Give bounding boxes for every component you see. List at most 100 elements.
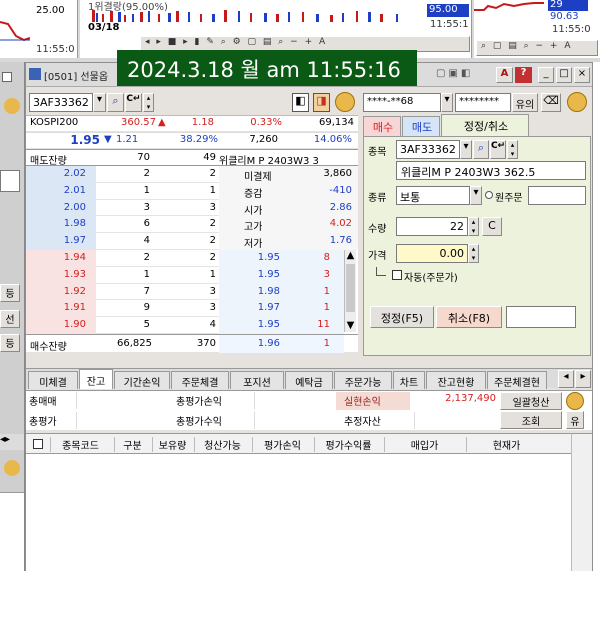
- bid-row[interactable]: 1.92 7 3 1.98 1: [26, 283, 344, 301]
- modify-order-button[interactable]: 정정(F5): [370, 306, 434, 328]
- gear-icon[interactable]: [4, 460, 20, 476]
- bid-price: 1.93: [63, 268, 86, 280]
- code-input[interactable]: 3AF33362: [29, 93, 93, 112]
- bottom-tab[interactable]: 예탁금: [285, 371, 333, 389]
- side-button-3[interactable]: 등: [0, 334, 20, 352]
- search-icon[interactable]: ⌕: [107, 93, 124, 112]
- title-toolbar-icons[interactable]: ▢▣◧: [436, 68, 492, 82]
- ask-row[interactable]: 1.98 6 2 고가 4.02: [26, 216, 358, 233]
- select-all-checkbox[interactable]: [33, 439, 43, 449]
- price-spin-icon[interactable]: ▴ ▾: [468, 244, 479, 263]
- ask-row[interactable]: 2.01 1 1 증감 -410: [26, 182, 358, 200]
- bid-row[interactable]: 1.93 1 1 1.95 3: [26, 266, 344, 284]
- bottom-tab[interactable]: 잔고현황: [426, 371, 486, 389]
- tab-buy[interactable]: 매수: [363, 116, 401, 136]
- chart-time-left: 11:55:0: [36, 44, 75, 55]
- close-button[interactable]: ×: [574, 67, 590, 83]
- chart-value-mid: 95.00: [429, 4, 458, 15]
- order-code-input[interactable]: 3AF33362: [396, 140, 460, 159]
- ask-row[interactable]: 1.97 4 2 저가 1.76: [26, 233, 358, 250]
- eraser-icon[interactable]: ⌫: [541, 93, 561, 112]
- link-icon[interactable]: C↵: [490, 140, 506, 159]
- maximize-button[interactable]: □: [556, 67, 572, 83]
- column-header[interactable]: 평가손익: [252, 437, 312, 452]
- help-button[interactable]: ?: [515, 67, 532, 83]
- spin-icon[interactable]: ▴ ▾: [507, 140, 518, 159]
- query-button[interactable]: 조회: [500, 411, 562, 429]
- info-value: 4.02: [329, 218, 352, 230]
- link-icon[interactable]: C↵: [125, 93, 142, 112]
- search-icon[interactable]: ⌕: [473, 140, 489, 159]
- tab-modify-cancel[interactable]: 정정/취소: [441, 114, 529, 136]
- tab-scroll-left[interactable]: ◂: [558, 370, 574, 388]
- side-input[interactable]: [0, 170, 20, 192]
- chart-toolbar-right[interactable]: ⌕ ▢ ▤ ⌕ − + A: [476, 40, 598, 56]
- bottom-tab[interactable]: 기간손익: [114, 371, 170, 389]
- auto-price-label: 자동(주문가): [404, 273, 458, 284]
- bottom-tab[interactable]: 잔고: [79, 369, 113, 389]
- bottom-tab[interactable]: 차트: [393, 371, 425, 389]
- side-button-1[interactable]: 등: [0, 284, 20, 302]
- orderbook-body: 2.02 2 2 미결제 3,860 2.01 1 1 증감 -410 2.00 3 3 시가 2.86 1.…: [26, 166, 358, 334]
- order-type-select[interactable]: 보통: [396, 186, 470, 205]
- account-caution-button[interactable]: 유의: [512, 93, 538, 112]
- gear-icon[interactable]: [4, 98, 20, 114]
- color-view-icon[interactable]: ◨: [313, 93, 330, 112]
- info-label: 저가: [244, 239, 263, 251]
- bid-row[interactable]: 1.91 9 3 1.97 1: [26, 300, 344, 318]
- bottom-tab[interactable]: 포지션: [230, 371, 284, 389]
- side-nav-arrows[interactable]: ◂▸: [0, 434, 24, 450]
- account-value: ****-**68: [367, 96, 414, 107]
- bid-row[interactable]: 1.94 2 2 1.95 8: [26, 250, 344, 267]
- ask-row[interactable]: 2.00 3 3 시가 2.86: [26, 199, 358, 217]
- bulk-liquidate-button[interactable]: 일괄청산: [500, 392, 562, 410]
- qty-spin-icon[interactable]: ▴ ▾: [468, 217, 479, 236]
- column-header[interactable]: 매입가: [384, 437, 464, 452]
- gear-icon[interactable]: [567, 92, 587, 112]
- qty-input[interactable]: 22: [396, 217, 468, 236]
- price-input[interactable]: 0.00: [396, 244, 468, 263]
- bottom-tab[interactable]: 미체결: [28, 371, 78, 389]
- column-header[interactable]: 평가수익률: [314, 437, 382, 452]
- radio-icon[interactable]: [485, 191, 493, 199]
- password-input[interactable]: ********: [455, 93, 511, 112]
- account-dropdown-button[interactable]: ▾: [441, 93, 453, 112]
- code-dropdown-button[interactable]: ▾: [93, 93, 106, 112]
- column-header[interactable]: 구분: [114, 437, 150, 452]
- qty-clear-button[interactable]: C: [482, 217, 502, 236]
- bottom-tab[interactable]: 주문체결: [171, 371, 229, 389]
- bid-row[interactable]: 1.90 5 4 1.95 11: [26, 317, 344, 334]
- holdings-scrollbar[interactable]: [571, 433, 592, 571]
- column-header[interactable]: 청산가능: [194, 437, 250, 452]
- chart-time-right: 11:55:0: [552, 24, 591, 35]
- column-header[interactable]: 보유량: [152, 437, 192, 452]
- cancel-order-button[interactable]: 취소(F8): [436, 306, 502, 328]
- spin-icon[interactable]: ▴ ▾: [143, 93, 154, 112]
- gear-icon[interactable]: [335, 92, 355, 112]
- side-button-2[interactable]: 선: [0, 310, 20, 328]
- title-button-a[interactable]: A: [496, 67, 513, 83]
- account-input[interactable]: ****-**68: [363, 93, 441, 112]
- split-view-icon[interactable]: ◧: [292, 93, 309, 112]
- chart-date-mid: 03/18: [88, 22, 120, 33]
- original-order-input[interactable]: [528, 186, 586, 205]
- tab-sell[interactable]: 매도: [402, 116, 440, 136]
- gear-icon[interactable]: [566, 392, 584, 410]
- ask-count: 2: [209, 168, 216, 179]
- tab-scroll-right[interactable]: ▸: [575, 370, 591, 388]
- orderbook-scrollbar[interactable]: ▲ ▼: [344, 250, 356, 332]
- order-code-dropdown[interactable]: ▾: [460, 140, 472, 159]
- bottom-tab[interactable]: 주문체결현: [487, 371, 547, 389]
- auto-price-checkbox[interactable]: [392, 270, 402, 280]
- bottom-tab[interactable]: 주문가능: [334, 371, 392, 389]
- column-header[interactable]: 현재가: [466, 437, 546, 452]
- caution-button[interactable]: 유: [566, 411, 584, 429]
- minimize-button[interactable]: _: [538, 67, 554, 83]
- order-type-dropdown[interactable]: ▾: [470, 186, 482, 205]
- ask-row[interactable]: 2.02 2 2 미결제 3,860: [26, 166, 358, 183]
- column-header[interactable]: 종목코드: [50, 437, 110, 452]
- total-eval-profit-value: [254, 412, 334, 429]
- chart-value-right: 90.63: [550, 11, 579, 22]
- bid-price: 1.92: [63, 285, 86, 297]
- close-icon[interactable]: [2, 72, 12, 82]
